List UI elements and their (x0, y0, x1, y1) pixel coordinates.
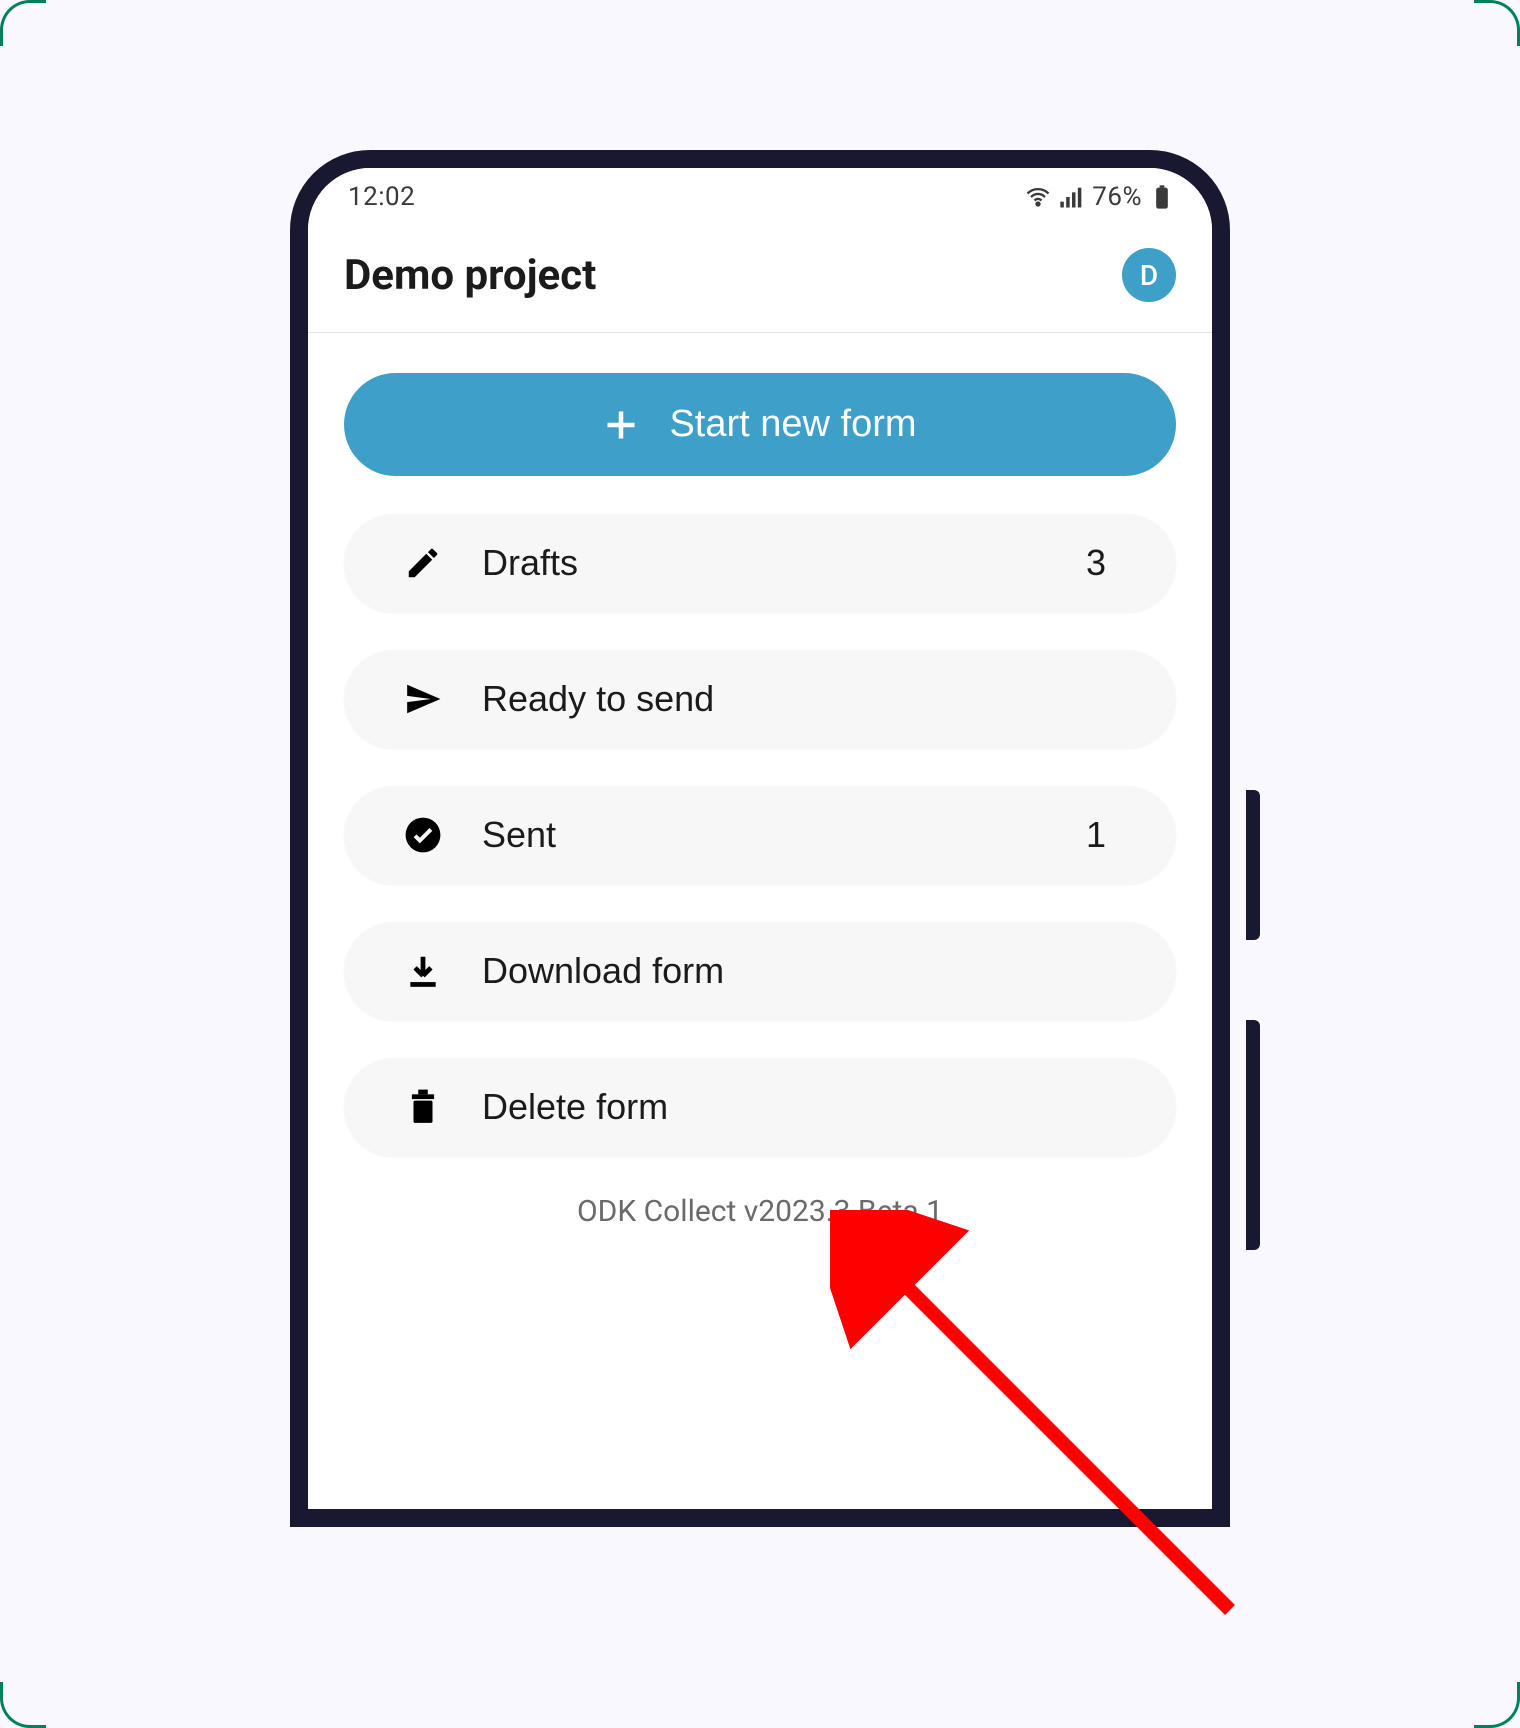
wifi-icon (1024, 183, 1052, 211)
download-icon (404, 952, 442, 990)
download-form-button[interactable]: Download form (344, 922, 1176, 1020)
plus-icon (603, 407, 639, 443)
drafts-count: 3 (1086, 542, 1116, 584)
checkmark-circle-icon (404, 816, 442, 854)
phone-frame: 12:02 76% Demo project D Start new form (290, 150, 1230, 1527)
status-bar: 12:02 76% (308, 168, 1212, 218)
sent-button[interactable]: Sent 1 (344, 786, 1176, 884)
drafts-button[interactable]: Drafts 3 (344, 514, 1176, 612)
sent-label: Sent (482, 814, 1046, 856)
signal-icon (1058, 183, 1086, 211)
sent-count: 1 (1086, 814, 1116, 856)
start-new-form-button[interactable]: Start new form (344, 373, 1176, 476)
drafts-label: Drafts (482, 542, 1046, 584)
send-icon (404, 680, 442, 718)
project-title: Demo project (344, 251, 596, 300)
pencil-icon (404, 544, 442, 582)
status-time: 12:02 (348, 182, 415, 212)
status-battery-text: 76% (1092, 182, 1142, 212)
ready-to-send-button[interactable]: Ready to send (344, 650, 1176, 748)
start-new-form-label: Start new form (669, 403, 916, 446)
delete-form-button[interactable]: Delete form (344, 1058, 1176, 1156)
battery-icon (1148, 183, 1176, 211)
version-text: ODK Collect v2023.3 Beta 1 (344, 1194, 1176, 1229)
delete-form-label: Delete form (482, 1086, 1116, 1128)
project-avatar[interactable]: D (1122, 248, 1176, 302)
trash-icon (404, 1088, 442, 1126)
download-form-label: Download form (482, 950, 1116, 992)
phone-side-button-1 (1246, 790, 1260, 940)
phone-side-button-2 (1246, 1020, 1260, 1250)
ready-to-send-label: Ready to send (482, 678, 1116, 720)
